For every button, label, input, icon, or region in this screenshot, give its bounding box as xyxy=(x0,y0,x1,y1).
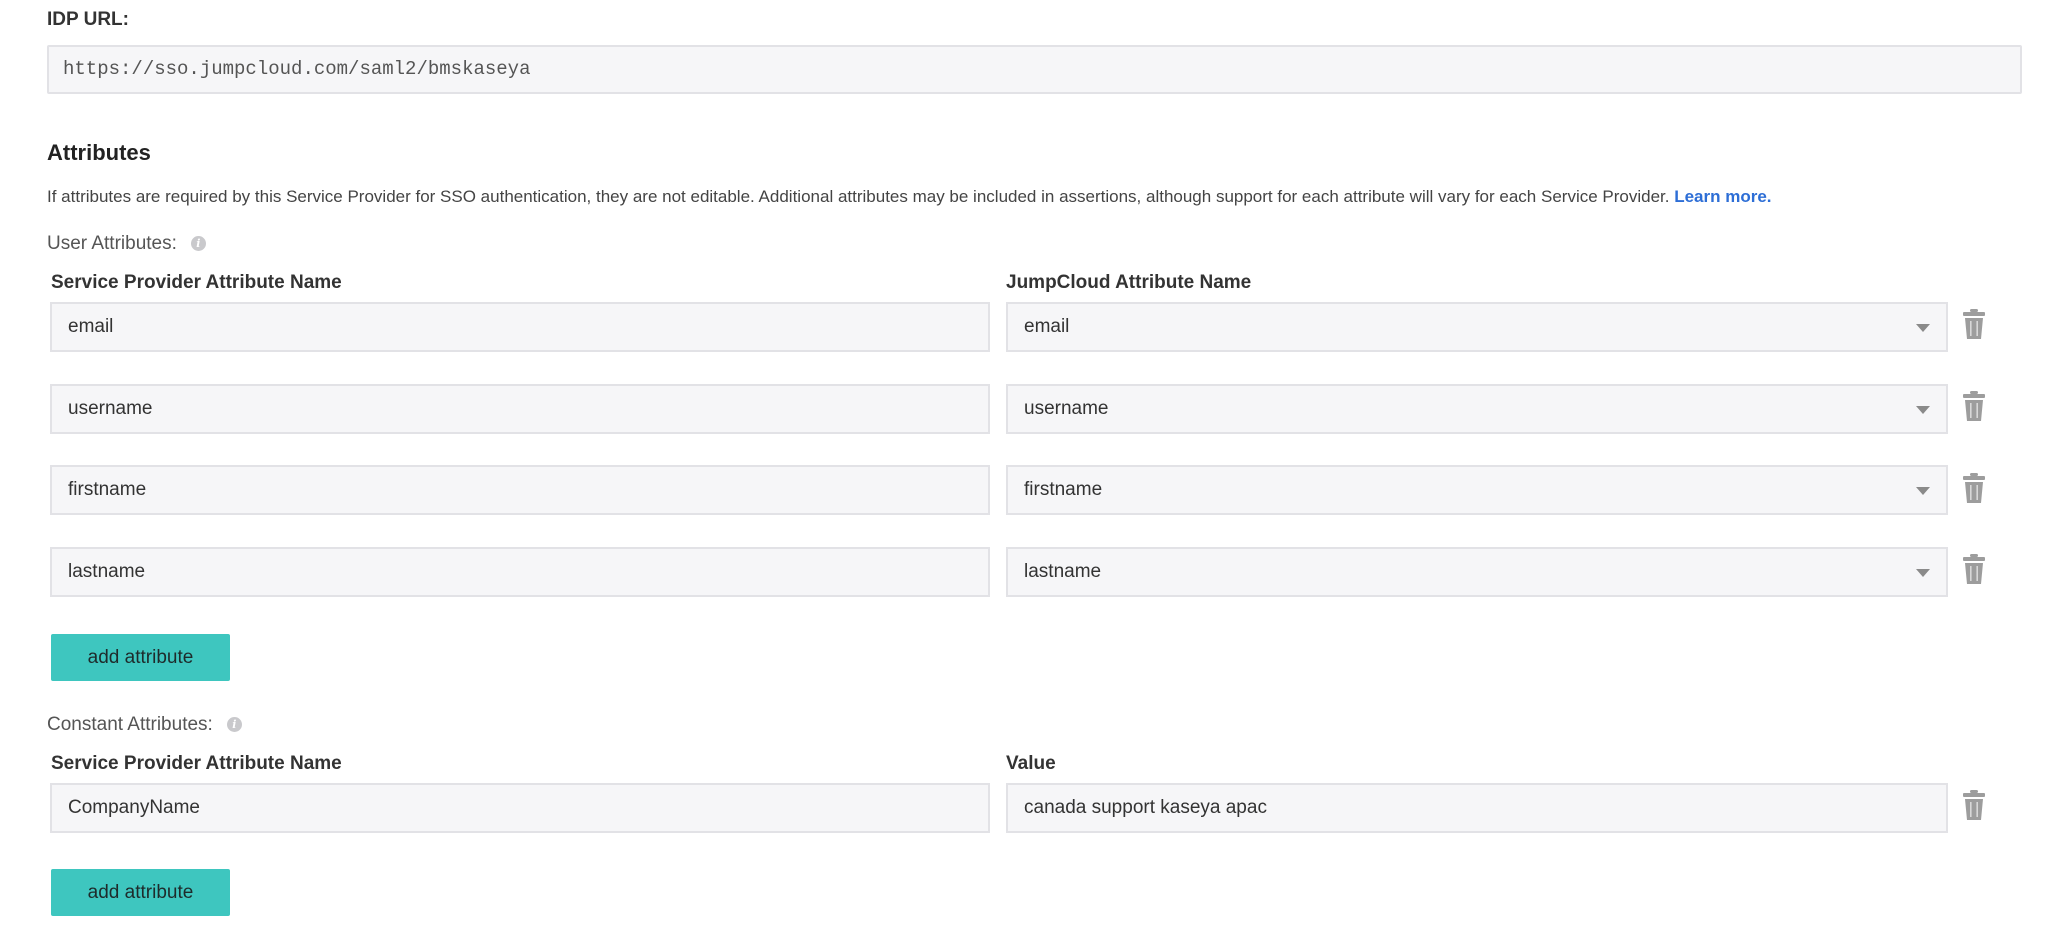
sp-attribute-input[interactable]: lastname xyxy=(50,547,990,597)
chevron-down-icon xyxy=(1916,406,1930,414)
info-icon[interactable]: i xyxy=(226,717,242,732)
constant-value-input[interactable]: canada support kaseya apac xyxy=(1006,783,1948,833)
sp-attribute-input[interactable]: email xyxy=(50,302,990,352)
learn-more-link[interactable]: Learn more. xyxy=(1674,187,1771,206)
chevron-down-icon xyxy=(1916,487,1930,495)
jc-attribute-value: username xyxy=(1024,398,1109,419)
jc-attribute-value: lastname xyxy=(1024,561,1102,582)
jc-attribute-value: email xyxy=(1024,316,1070,337)
sso-attributes-panel: IDP URL: https://sso.jumpcloud.com/saml2… xyxy=(0,0,2055,937)
chevron-down-icon xyxy=(1916,569,1930,577)
info-icon[interactable]: i xyxy=(190,236,206,251)
add-constant-attribute-button[interactable]: add attribute xyxy=(51,869,230,916)
constant-attributes-label: Constant Attributes: i xyxy=(47,714,242,736)
trash-icon[interactable] xyxy=(1962,309,1986,339)
trash-icon[interactable] xyxy=(1962,473,1986,503)
constant-attributes-label-text: Constant Attributes: xyxy=(47,714,213,735)
idp-url-field[interactable]: https://sso.jumpcloud.com/saml2/bmskasey… xyxy=(47,45,2022,94)
attributes-description: If attributes are required by this Servi… xyxy=(47,187,1772,207)
attributes-description-text: If attributes are required by this Servi… xyxy=(47,187,1670,206)
jc-attribute-select[interactable]: firstname xyxy=(1006,465,1948,515)
sp-attribute-input[interactable]: firstname xyxy=(50,465,990,515)
add-user-attribute-button[interactable]: add attribute xyxy=(51,634,230,681)
trash-icon[interactable] xyxy=(1962,391,1986,421)
column-header-sp-attribute: Service Provider Attribute Name xyxy=(51,272,342,293)
trash-icon[interactable] xyxy=(1962,554,1986,584)
jc-attribute-select[interactable]: email xyxy=(1006,302,1948,352)
jc-attribute-value: firstname xyxy=(1024,479,1103,500)
user-attributes-label-text: User Attributes: xyxy=(47,233,177,254)
chevron-down-icon xyxy=(1916,324,1930,332)
column-header-value: Value xyxy=(1006,753,1056,774)
column-header-sp-attribute: Service Provider Attribute Name xyxy=(51,753,342,774)
trash-icon[interactable] xyxy=(1962,790,1986,820)
constant-sp-attribute-input[interactable]: CompanyName xyxy=(50,783,990,833)
attributes-title: Attributes xyxy=(47,140,151,165)
sp-attribute-input[interactable]: username xyxy=(50,384,990,434)
user-attributes-label: User Attributes: i xyxy=(47,233,206,255)
jc-attribute-select[interactable]: lastname xyxy=(1006,547,1948,597)
idp-url-label: IDP URL: xyxy=(47,9,129,30)
column-header-jc-attribute: JumpCloud Attribute Name xyxy=(1006,272,1252,293)
jc-attribute-select[interactable]: username xyxy=(1006,384,1948,434)
